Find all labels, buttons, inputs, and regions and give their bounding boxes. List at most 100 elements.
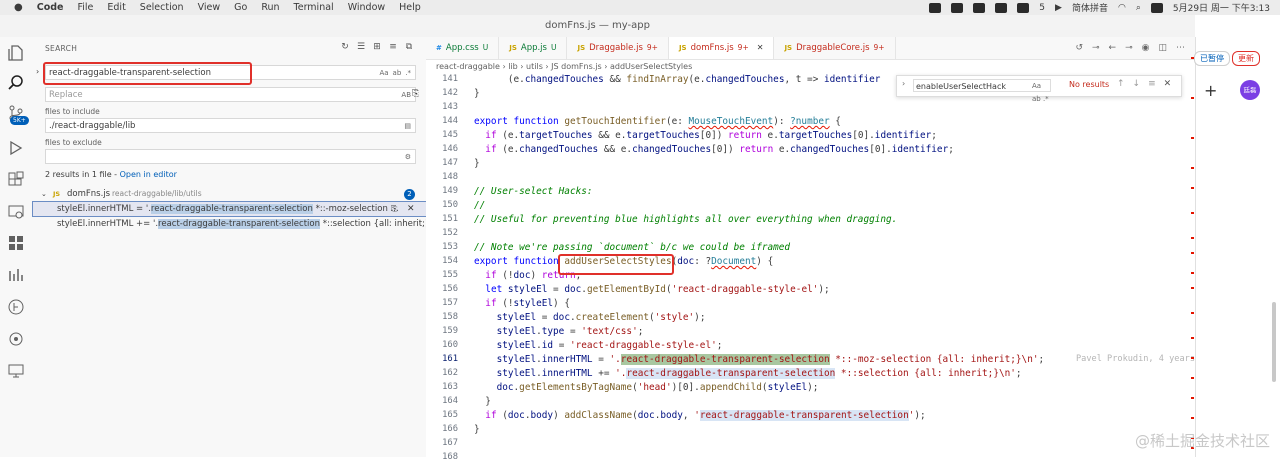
menu-view[interactable]: View bbox=[198, 2, 221, 13]
scrollbar-thumb[interactable] bbox=[1272, 302, 1276, 382]
code-line[interactable]: // Useful for preventing blue highlights… bbox=[474, 214, 897, 225]
code-line[interactable]: export function getTouchIdentifier(e: Mo… bbox=[474, 116, 841, 127]
git-graph-icon[interactable] bbox=[7, 298, 25, 316]
arrow-up-icon[interactable]: ↑ bbox=[1117, 79, 1125, 89]
copilot-icon[interactable] bbox=[7, 330, 25, 348]
code-line[interactable]: if (e.changedTouches && e.changedTouches… bbox=[474, 144, 954, 155]
status-count[interactable]: 5 bbox=[1039, 3, 1045, 13]
plus-button[interactable]: + bbox=[1204, 81, 1217, 100]
breadcrumb-item[interactable]: JS domFns.js bbox=[551, 62, 602, 71]
clear-results-icon[interactable]: ☰ bbox=[356, 42, 366, 52]
refresh-icon[interactable]: ↻ bbox=[340, 42, 350, 52]
tab-draggablecore-js[interactable]: JS DraggableCore.js 9+ bbox=[774, 37, 896, 59]
view-as-tree-icon[interactable]: ≡ bbox=[388, 42, 398, 52]
avatar[interactable]: 廷磊 bbox=[1240, 80, 1260, 100]
breadcrumb-item[interactable]: addUserSelectStyles bbox=[610, 62, 692, 71]
menu-file[interactable]: File bbox=[77, 2, 93, 13]
new-search-editor-icon[interactable]: ⊞ bbox=[372, 42, 382, 52]
code-line[interactable]: if (!styleEl) { bbox=[474, 298, 570, 309]
more-actions-icon[interactable]: ⋯ bbox=[1176, 43, 1185, 53]
menu-edit[interactable]: Edit bbox=[107, 2, 125, 13]
breadcrumb-item[interactable]: react-draggable bbox=[436, 62, 500, 71]
explorer-icon[interactable] bbox=[7, 44, 25, 62]
menu-window[interactable]: Window bbox=[348, 2, 385, 13]
code-line[interactable]: // Note we're passing `document` b/c we … bbox=[474, 242, 790, 253]
book-icon[interactable]: ▤ bbox=[404, 119, 411, 134]
code-line[interactable]: } bbox=[474, 396, 491, 407]
breadcrumb-item[interactable]: utils bbox=[526, 62, 543, 71]
chevron-right-icon[interactable]: › bbox=[36, 67, 39, 76]
tab-app-js[interactable]: JS App.js U bbox=[499, 37, 568, 59]
wifi-icon[interactable]: ◠ bbox=[1118, 3, 1126, 13]
code-line[interactable]: styleEl.type = 'text/css'; bbox=[474, 326, 644, 337]
search-icon[interactable]: ⌕ bbox=[1136, 3, 1141, 13]
code-line[interactable]: } bbox=[474, 88, 480, 99]
code-line[interactable]: if (e.targetTouches && e.targetTouches[0… bbox=[474, 130, 937, 141]
next-change-icon[interactable]: ⊸ bbox=[1125, 43, 1133, 53]
tab-domfns-js[interactable]: JS domFns.js 9+ ✕ bbox=[668, 37, 775, 59]
github-icon[interactable]: ◉ bbox=[1142, 43, 1150, 53]
previous-change-icon[interactable]: ← bbox=[1109, 43, 1117, 53]
menu-run[interactable]: Run bbox=[261, 2, 279, 13]
match-case-toggle[interactable]: Aa bbox=[379, 66, 388, 81]
menu-terminal[interactable]: Terminal bbox=[294, 2, 334, 13]
app-menu[interactable]: Code bbox=[37, 2, 64, 13]
git-compare-icon[interactable]: ⊸ bbox=[1092, 43, 1100, 53]
tab-app-css[interactable]: # App.css U bbox=[426, 37, 500, 59]
menu-go[interactable]: Go bbox=[234, 2, 247, 13]
wechat-icon[interactable] bbox=[951, 2, 964, 13]
replace-all-icon[interactable]: ⎘ bbox=[412, 89, 419, 99]
match-whole-word-toggle[interactable]: ab bbox=[393, 66, 402, 81]
code-line[interactable]: styleEl.innerHTML = '.react-draggable-tr… bbox=[474, 354, 1044, 365]
menu-selection[interactable]: Selection bbox=[140, 2, 184, 13]
search-match-row[interactable]: styleEl.innerHTML = '.react-draggable-tr… bbox=[32, 201, 427, 217]
status-icon[interactable] bbox=[995, 2, 1008, 13]
tab-draggable-js[interactable]: JS Draggable.js 9+ bbox=[567, 37, 669, 59]
chart-icon[interactable] bbox=[7, 266, 25, 284]
preserve-case-toggle[interactable]: AB bbox=[401, 88, 411, 103]
open-in-editor-link[interactable]: Open in editor bbox=[120, 170, 177, 179]
split-editor-icon[interactable]: ◫ bbox=[1158, 43, 1167, 53]
result-file-row[interactable]: ⌄ JS domFns.js react-draggable/lib/utils… bbox=[33, 187, 426, 201]
monitor-icon[interactable] bbox=[7, 362, 25, 380]
code-line[interactable]: // bbox=[474, 200, 485, 211]
use-regex-toggle[interactable]: .* bbox=[405, 66, 411, 81]
selection-icon[interactable]: ≡ bbox=[1148, 79, 1156, 89]
code-line[interactable]: } bbox=[474, 158, 480, 169]
update-button[interactable]: 更新 bbox=[1232, 51, 1260, 66]
code-line[interactable]: styleEl.innerHTML += '.react-draggable-t… bbox=[474, 368, 1022, 379]
find-options[interactable]: Aa ab .* bbox=[1032, 80, 1050, 106]
collapse-all-icon[interactable]: ⧉ bbox=[404, 42, 414, 52]
code-line[interactable]: styleEl.id = 'react-draggable-style-el'; bbox=[474, 340, 723, 351]
code-line[interactable]: styleEl = doc.createElement('style'); bbox=[474, 312, 706, 323]
search-match-row[interactable]: styleEl.innerHTML += '.react-draggable-t… bbox=[33, 217, 426, 231]
history-icon[interactable]: ↺ bbox=[1075, 43, 1083, 53]
clock[interactable]: 5月29日 周一 下午3:13 bbox=[1173, 1, 1270, 14]
calendar-icon[interactable] bbox=[1017, 2, 1030, 13]
code-line[interactable]: if (doc.body) addClassName(doc.body, 're… bbox=[474, 410, 926, 421]
replace-match-icon[interactable]: ⎘ bbox=[391, 202, 397, 216]
dismiss-match-icon[interactable]: ✕ bbox=[407, 202, 415, 216]
status-icon[interactable] bbox=[973, 2, 986, 13]
remote-explorer-icon[interactable] bbox=[7, 203, 25, 221]
search-icon[interactable] bbox=[7, 74, 25, 92]
code-line[interactable]: let styleEl = doc.getElementById('react-… bbox=[474, 284, 829, 295]
menu-help[interactable]: Help bbox=[399, 2, 421, 13]
chevron-right-icon[interactable]: › bbox=[902, 79, 905, 88]
arrow-down-icon[interactable]: ↓ bbox=[1133, 79, 1141, 89]
grid-icon[interactable] bbox=[7, 234, 25, 252]
input-method[interactable]: 简体拼音 bbox=[1072, 1, 1108, 14]
paused-button[interactable]: 已暂停 bbox=[1194, 51, 1230, 66]
replace-input[interactable]: Replace AB bbox=[45, 87, 416, 102]
gear-icon[interactable]: ⚙ bbox=[405, 150, 411, 165]
code-line[interactable]: doc.getElementsByTagName('head')[0].appe… bbox=[474, 382, 819, 393]
code-line[interactable]: (e.changedTouches && findInArray(e.chang… bbox=[474, 74, 881, 85]
close-tab-icon[interactable]: ✕ bbox=[757, 37, 764, 59]
breadcrumb-item[interactable]: lib bbox=[508, 62, 518, 71]
files-exclude-input[interactable]: ⚙ bbox=[45, 149, 416, 164]
close-icon[interactable]: ✕ bbox=[1164, 79, 1172, 89]
run-debug-icon[interactable] bbox=[7, 139, 25, 157]
find-input[interactable]: enableUserSelectHack Aa ab .* bbox=[913, 79, 1051, 103]
files-include-input[interactable]: ./react-draggable/lib ▤ bbox=[45, 118, 416, 133]
play-icon[interactable]: ▶ bbox=[1055, 3, 1062, 13]
